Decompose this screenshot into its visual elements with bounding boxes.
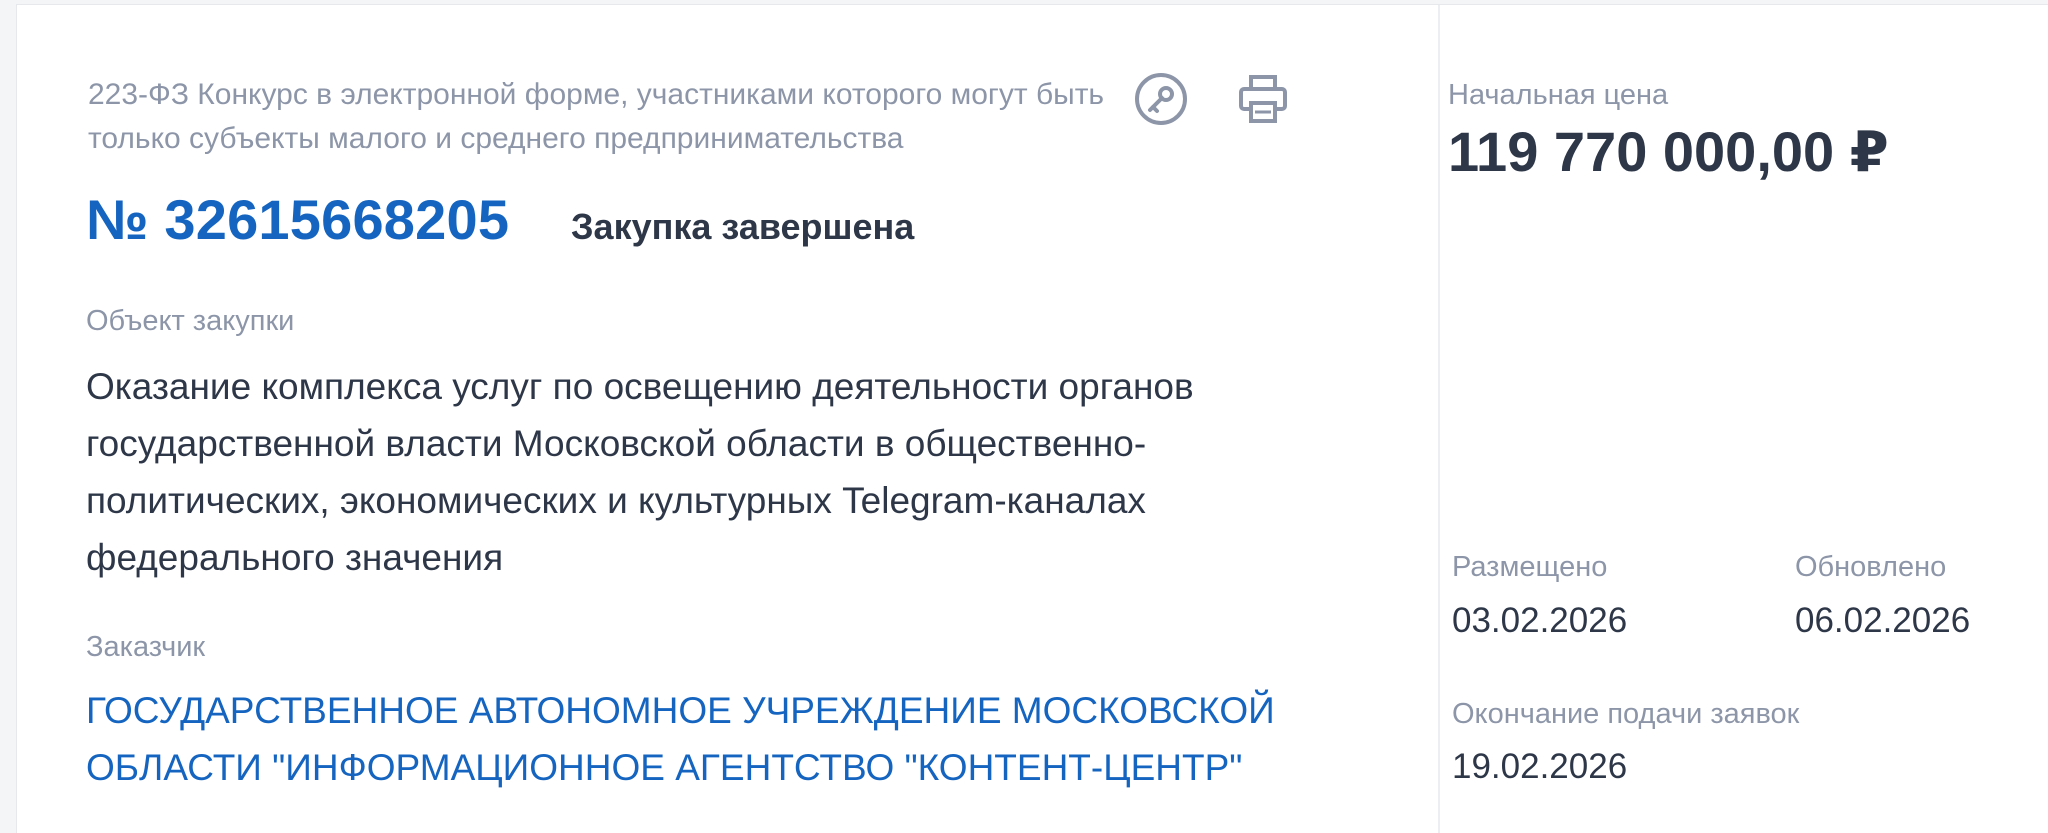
updated-date: 06.02.2026 [1795, 601, 1971, 640]
posted-date: 03.02.2026 [1452, 601, 1628, 640]
procurement-number: № 32615668205 [86, 188, 510, 251]
printer-icon[interactable] [1235, 71, 1291, 127]
column-divider [1438, 5, 1440, 833]
customer-link[interactable]: ГОСУДАРСТВЕННОЕ АВТОНОМНОЕ УЧРЕЖДЕНИЕ МО… [86, 682, 1286, 796]
subject-label: Объект закупки [86, 305, 295, 337]
deadline-date: 19.02.2026 [1452, 747, 1628, 786]
procurement-status: Закупка завершена [571, 206, 915, 247]
posted-label: Размещено [1452, 551, 1608, 583]
price-label: Начальная цена [1448, 79, 1669, 111]
procurement-card: 223-ФЗ Конкурс в электронной форме, учас… [16, 4, 2048, 833]
customer-label: Заказчик [86, 631, 206, 663]
updated-label: Обновлено [1795, 551, 1947, 583]
procurement-law-type: 223-ФЗ Конкурс в электронной форме, учас… [88, 78, 1105, 155]
subject-text: Оказание комплекса услуг по освещению де… [86, 366, 1194, 578]
key-icon[interactable] [1133, 71, 1189, 127]
price-value: 119 770 000,00 ₽ [1448, 120, 1889, 183]
deadline-label: Окончание подачи заявок [1452, 698, 1800, 730]
